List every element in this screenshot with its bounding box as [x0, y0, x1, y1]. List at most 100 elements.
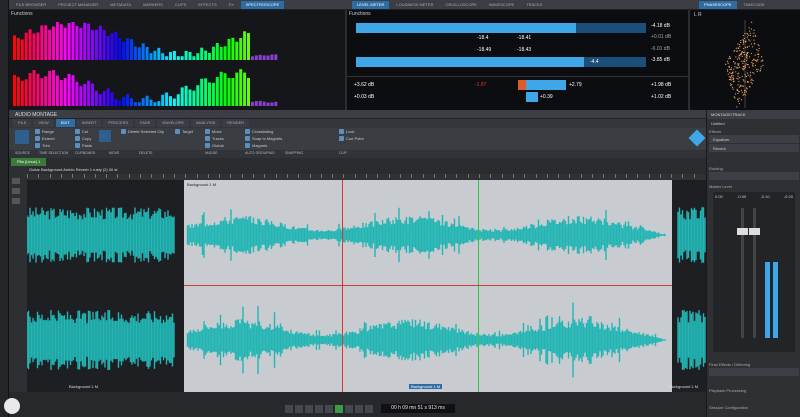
- ribbon-btn-crossfading[interactable]: Crossfading: [245, 128, 282, 135]
- tab-edit[interactable]: EDIT: [55, 119, 75, 127]
- ribbon-btn-magnets[interactable]: Magnets: [245, 142, 282, 149]
- phasescope-dot: [737, 100, 739, 102]
- spectrum-bar: [274, 101, 278, 106]
- stop-button[interactable]: [305, 405, 313, 413]
- tab-markers[interactable]: MARKERS: [138, 1, 168, 9]
- phasescope-dot: [753, 32, 755, 34]
- ribbon-btn-global[interactable]: Global: [205, 142, 224, 149]
- tab-process[interactable]: PROCESS: [103, 119, 133, 127]
- phasescope-dot: [739, 85, 741, 87]
- back-button[interactable]: [325, 405, 333, 413]
- tab-view[interactable]: VIEW: [33, 119, 54, 127]
- final-effects-slot[interactable]: [709, 368, 799, 376]
- fader-handle-right[interactable]: [749, 228, 760, 235]
- forward-button[interactable]: [345, 405, 353, 413]
- ribbon-btn-extend[interactable]: Extend: [35, 135, 54, 142]
- ruler-tick: [332, 174, 334, 178]
- phasescope-dot: [730, 76, 732, 78]
- tab-spectroscope[interactable]: SPECTROSCOPE: [240, 1, 285, 9]
- play-cursor[interactable]: [342, 180, 343, 392]
- ribbon-group-label: CLIP: [339, 151, 347, 155]
- tab-phasescope[interactable]: PHASESCOPE: [699, 1, 737, 9]
- tab-fade[interactable]: FADE: [134, 119, 156, 127]
- spectrum-bar: [153, 50, 157, 60]
- tab-level-meter[interactable]: LEVEL METER: [352, 1, 390, 9]
- tab-project-manager[interactable]: PROJECT MANAGER: [53, 1, 104, 9]
- spectrum-bar: [133, 102, 137, 106]
- ribbon-btn-cue-point[interactable]: Cue Point: [339, 135, 364, 142]
- track-solo-icon[interactable]: [12, 188, 20, 194]
- tab-file[interactable]: FILE: [13, 119, 32, 127]
- fader-handle-left[interactable]: [737, 228, 748, 235]
- loop-button[interactable]: [315, 405, 323, 413]
- ribbon-btn-delete-selected-clip[interactable]: Delete Selected Clip: [121, 128, 164, 135]
- end-button[interactable]: [365, 405, 373, 413]
- rewind-button[interactable]: [285, 405, 293, 413]
- document-tab[interactable]: Pila (Linux) 1: [11, 158, 47, 166]
- phasescope-dot: [744, 94, 746, 96]
- tab-metadata[interactable]: METADATA: [105, 1, 137, 9]
- waveform-tool-icon[interactable]: [15, 130, 29, 144]
- fx-slot-reverb[interactable]: Reverb: [709, 144, 799, 152]
- ribbon-btn-target[interactable]: Target: [175, 128, 193, 135]
- play-button[interactable]: [335, 405, 343, 413]
- spectrum-bar: [32, 70, 36, 106]
- tab-file-browser[interactable]: FILE BROWSER: [11, 1, 52, 9]
- ruler-tick: [671, 174, 673, 178]
- spectrum-bar: [94, 90, 98, 106]
- ribbon-btn-lock[interactable]: Lock: [339, 128, 364, 135]
- tab-effects[interactable]: EFFECTS: [193, 1, 222, 9]
- tab-tracks[interactable]: TRACKS: [521, 1, 548, 9]
- effects-section: Effects Equalizer Reverb: [709, 129, 799, 153]
- tab-analysis[interactable]: ANALYSIS: [191, 119, 221, 127]
- spectrum-bar: [231, 78, 235, 106]
- tab-insert[interactable]: INSERT: [76, 119, 102, 127]
- edit-cursor[interactable]: [478, 180, 479, 392]
- phasescope-dot: [743, 53, 745, 56]
- tab-envelope[interactable]: ENVELOPE: [157, 119, 190, 127]
- tab-wavescope[interactable]: WAVESCOPE: [483, 1, 520, 9]
- ribbon-group-target: Target: [175, 128, 193, 135]
- ribbon-btn-cut[interactable]: Cut: [75, 128, 92, 135]
- ribbon-btn-icon: [245, 143, 250, 148]
- spectrum-bar: [231, 37, 235, 60]
- tab-clips[interactable]: CLIPS: [169, 1, 192, 9]
- spectrum-bar: [102, 30, 106, 60]
- ribbon-btn-paste[interactable]: Paste: [75, 142, 92, 149]
- spectrum-bar: [52, 70, 55, 106]
- ribbon-btn-move[interactable]: Move: [205, 128, 224, 135]
- paste-icon[interactable]: [99, 130, 111, 142]
- phasescope-dot: [745, 63, 747, 65]
- phasescope-dot: [737, 84, 739, 86]
- phasescope-dot: [744, 46, 747, 49]
- clip-title-bar: Guitar Background Ambio Reverb 1 rusty (…: [27, 166, 706, 174]
- spectrum-bar: [32, 33, 36, 60]
- layers-icon[interactable]: [688, 129, 706, 147]
- track-mute-icon[interactable]: [12, 178, 20, 184]
- record-button[interactable]: [355, 405, 363, 413]
- prev-button[interactable]: [295, 405, 303, 413]
- ribbon-btn-trim[interactable]: Trim: [35, 142, 54, 149]
- tab-timecode[interactable]: TIMECODE: [738, 1, 770, 9]
- ribbon-group-clipboard: Cut Copy Paste: [75, 128, 92, 149]
- fx-slot-equalizer[interactable]: Equalizer: [709, 135, 799, 143]
- ribbon-btn-range[interactable]: Range: [35, 128, 54, 135]
- tab-loudness-meter[interactable]: LOUDNESS METER: [391, 1, 439, 9]
- phasescope-dot: [746, 52, 749, 55]
- spectrum-bar: [219, 46, 223, 60]
- ribbon-btn-tracks[interactable]: Tracks: [205, 135, 224, 142]
- routing-slot[interactable]: [709, 172, 799, 180]
- ruler-tick: [230, 174, 232, 178]
- ribbon-btn-icon: [35, 136, 40, 141]
- ribbon-btn-snap-to-magnets[interactable]: Snap to Magnets: [245, 135, 282, 142]
- spectrum-bar: [169, 96, 172, 106]
- waveform-display[interactable]: [27, 180, 706, 392]
- track-settings-icon[interactable]: [12, 198, 20, 204]
- phasescope-dot: [751, 82, 753, 85]
- tab-render[interactable]: RENDER: [222, 119, 250, 127]
- phasescope-dot: [728, 76, 730, 78]
- ribbon-btn-copy[interactable]: Copy: [75, 135, 92, 142]
- ribbon-btn-label: Crossfading: [252, 129, 274, 134]
- tab-fx[interactable]: FX: [223, 1, 239, 9]
- tab-oscilloscope[interactable]: OSCILLOSCOPE: [440, 1, 482, 9]
